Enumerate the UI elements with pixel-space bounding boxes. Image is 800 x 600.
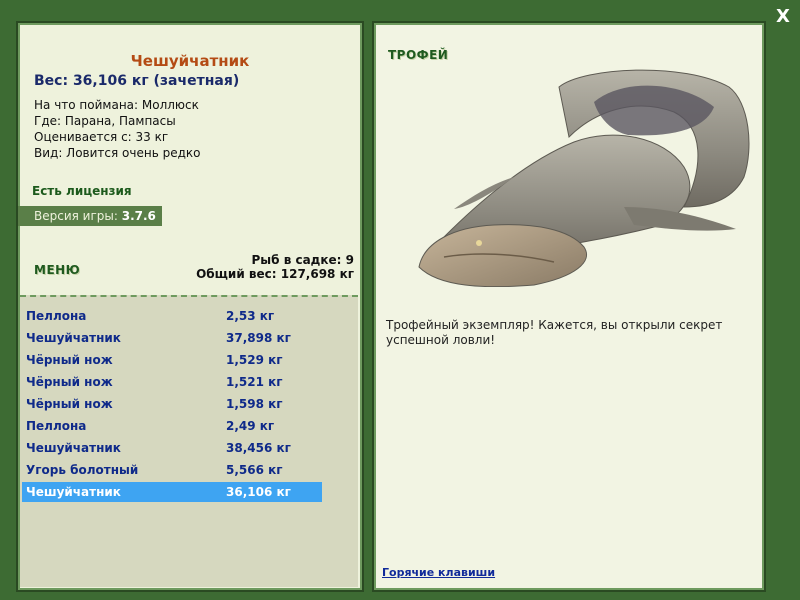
fish-name: Чешуйчатник <box>130 52 250 70</box>
info-location: Где: Парана, Пампасы <box>34 114 176 128</box>
catch-name: Чёрный нож <box>26 353 113 367</box>
catch-weight: 1,521 кг <box>226 375 283 389</box>
catch-list-row[interactable]: Чешуйчатник 37,898 кг <box>22 328 322 348</box>
license-status: Есть лицензия <box>32 184 132 198</box>
trophy-panel: ТРОФЕЙ Трофейный экземпляр! Кажется, вы … <box>372 21 766 592</box>
fish-weight: Вес: 36,106 кг (зачетная) <box>34 73 240 89</box>
hotkeys-link[interactable]: Горячие клавиши <box>382 566 495 579</box>
keep-net-total-weight: Общий вес: 127,698 кг <box>196 267 354 281</box>
catch-list-row[interactable]: Пеллона 2,53 кг <box>22 306 322 326</box>
catch-name: Чешуйчатник <box>26 331 121 345</box>
trophy-message: Трофейный экземпляр! Кажется, вы открыли… <box>386 318 723 347</box>
catch-list: Пеллона 2,53 кг Чешуйчатник 37,898 кг Чёрн… <box>20 295 358 587</box>
catch-name: Чешуйчатник <box>26 441 121 455</box>
catch-name: Чёрный нож <box>26 397 113 411</box>
catch-list-row[interactable]: Чешуйчатник 38,456 кг <box>22 438 322 458</box>
catch-weight: 1,598 кг <box>226 397 283 411</box>
info-rated-from: Оценивается с: 33 кг <box>34 130 169 144</box>
catch-list-row[interactable]: Чёрный нож 1,529 кг <box>22 350 322 370</box>
catch-weight: 2,53 кг <box>226 309 275 323</box>
catch-weight: 1,529 кг <box>226 353 283 367</box>
game-version: Версия игры: 3.7.6 <box>18 206 162 226</box>
catch-weight: 5,566 кг <box>226 463 283 477</box>
catch-weight: 2,49 кг <box>226 419 275 433</box>
catch-list-row[interactable]: Пеллона 2,49 кг <box>22 416 322 436</box>
version-label: Версия игры: <box>34 209 122 223</box>
catch-name: Чёрный нож <box>26 375 113 389</box>
catch-weight: 38,456 кг <box>226 441 291 455</box>
keep-net-count: Рыб в садке: 9 <box>251 253 355 267</box>
menu-button[interactable]: МЕНЮ <box>34 263 80 277</box>
info-kind: Вид: Ловится очень редко <box>34 146 201 160</box>
catch-list-row[interactable]: Чёрный нож 1,598 кг <box>22 394 322 414</box>
version-value: 3.7.6 <box>121 209 156 223</box>
catch-name: Угорь болотный <box>26 463 139 477</box>
catch-weight: 36,106 кг <box>226 485 291 499</box>
catch-name: Пеллона <box>26 419 87 433</box>
catch-list-row-selected[interactable]: Чешуйчатник 36,106 кг <box>22 482 322 502</box>
catch-weight: 37,898 кг <box>226 331 291 345</box>
catch-list-row[interactable]: Чёрный нож 1,521 кг <box>22 372 322 392</box>
info-caught-on: На что поймана: Моллюск <box>34 98 199 112</box>
catch-name: Чешуйчатник <box>26 485 121 499</box>
catch-name: Пеллона <box>26 309 87 323</box>
close-button[interactable]: X <box>772 6 794 28</box>
catch-list-row[interactable]: Угорь болотный 5,566 кг <box>22 460 322 480</box>
lungfish-image <box>418 69 750 287</box>
fish-info-panel: Чешуйчатник Вес: 36,106 кг (зачетная) На… <box>16 21 364 592</box>
